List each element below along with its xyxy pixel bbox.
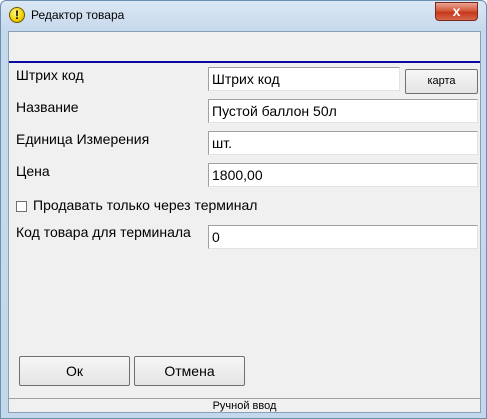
barcode-input[interactable]: Штрих код: [208, 67, 400, 91]
terminal-code-label: Код товара для терминала: [16, 224, 191, 240]
cancel-button[interactable]: Отмена: [134, 356, 245, 386]
barcode-label: Штрих код: [16, 67, 84, 83]
terminal-only-checkbox[interactable]: [16, 201, 27, 212]
name-input[interactable]: Пустой баллон 50л: [208, 99, 478, 123]
price-label: Цена: [16, 163, 50, 179]
price-input[interactable]: 1800,00: [208, 163, 478, 187]
card-button[interactable]: карта: [405, 69, 478, 94]
close-button[interactable]: x: [435, 2, 478, 21]
terminal-code-input[interactable]: 0: [208, 225, 478, 249]
warning-icon: !: [9, 7, 25, 23]
unit-input[interactable]: шт.: [208, 131, 478, 155]
ok-button[interactable]: Ок: [19, 356, 130, 386]
unit-label: Единица Измерения: [16, 131, 150, 147]
name-label: Название: [16, 99, 79, 115]
header-divider: [9, 61, 480, 63]
window-title: Редактор товара: [31, 8, 125, 22]
form-panel: Штрих код Штрих код карта Название Пусто…: [8, 31, 481, 413]
title-bar[interactable]: ! Редактор товара x: [1, 1, 486, 31]
status-bar: Ручной ввод: [9, 398, 480, 413]
dialog-window: ! Редактор товара x Штрих код Штрих код …: [0, 0, 487, 419]
terminal-only-label[interactable]: Продавать только через терминал: [33, 197, 257, 213]
